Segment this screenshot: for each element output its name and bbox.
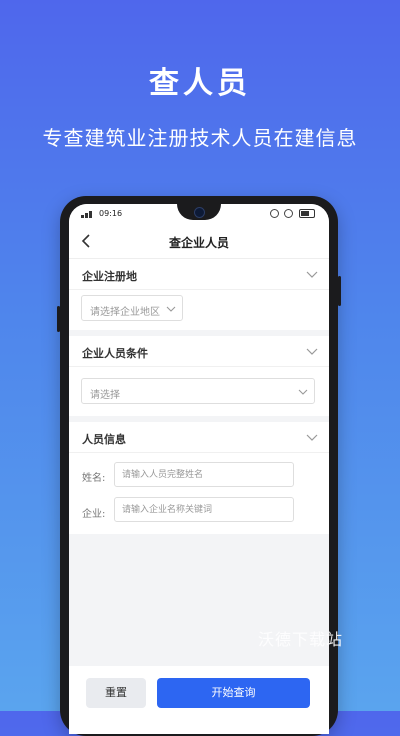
reset-button[interactable]: 重置: [86, 678, 146, 708]
region-select-placeholder: 请选择企业地区: [90, 307, 160, 318]
signal-icon: [81, 209, 96, 218]
chevron-down-icon[interactable]: [305, 430, 319, 444]
battery-icon: [299, 209, 315, 218]
query-button[interactable]: 开始查询: [157, 678, 310, 708]
company-input[interactable]: 请输入企业名称关键词: [114, 497, 294, 522]
section-header[interactable]: 人员信息: [69, 422, 329, 453]
conditions-select[interactable]: 请选择: [81, 378, 315, 404]
chevron-down-icon: [166, 306, 176, 312]
name-label: 姓名:: [82, 473, 106, 484]
hero-subtitle: 专查建筑业注册技术人员在建信息: [42, 126, 358, 150]
section-title: 人员信息: [82, 433, 126, 446]
chevron-down-icon[interactable]: [305, 267, 319, 281]
phone-side-button: [338, 276, 341, 306]
section-title: 企业注册地: [82, 270, 137, 283]
settings-icon: [284, 209, 294, 218]
status-icons: [269, 209, 315, 218]
bottom-action-bar: 重置 开始查询: [69, 666, 329, 734]
status-time: 09:16: [99, 209, 123, 218]
name-input[interactable]: 请输入人员完整姓名: [114, 462, 294, 487]
phone-side-button: [57, 306, 60, 332]
section-conditions: 企业人员条件 请选择: [69, 336, 329, 416]
chevron-down-icon[interactable]: [305, 344, 319, 358]
hero-title: 查人员: [149, 66, 251, 101]
nav-bar: 查企业人员: [69, 224, 329, 259]
region-select[interactable]: 请选择企业地区: [81, 295, 183, 321]
phone-screen: 09:16 查企业人员 企业注册地 请选择企业地区 企业人员条件 请选择 人员信…: [69, 204, 329, 734]
conditions-select-placeholder: 请选择: [90, 390, 120, 401]
section-header[interactable]: 企业注册地: [69, 259, 329, 290]
alarm-icon: [269, 209, 279, 218]
page-title: 查企业人员: [168, 236, 229, 250]
section-title: 企业人员条件: [82, 347, 148, 360]
watermark-text: 沃德下载站: [258, 630, 344, 649]
section-region: 企业注册地 请选择企业地区: [69, 259, 329, 330]
camera-icon: [194, 207, 205, 218]
section-header[interactable]: 企业人员条件: [69, 336, 329, 367]
section-person: 人员信息 姓名: 请输入人员完整姓名 企业: 请输入企业名称关键词: [69, 422, 329, 534]
chevron-down-icon: [298, 389, 308, 395]
phone-frame: 09:16 查企业人员 企业注册地 请选择企业地区 企业人员条件 请选择 人员信…: [57, 196, 341, 736]
company-label: 企业:: [82, 509, 106, 520]
